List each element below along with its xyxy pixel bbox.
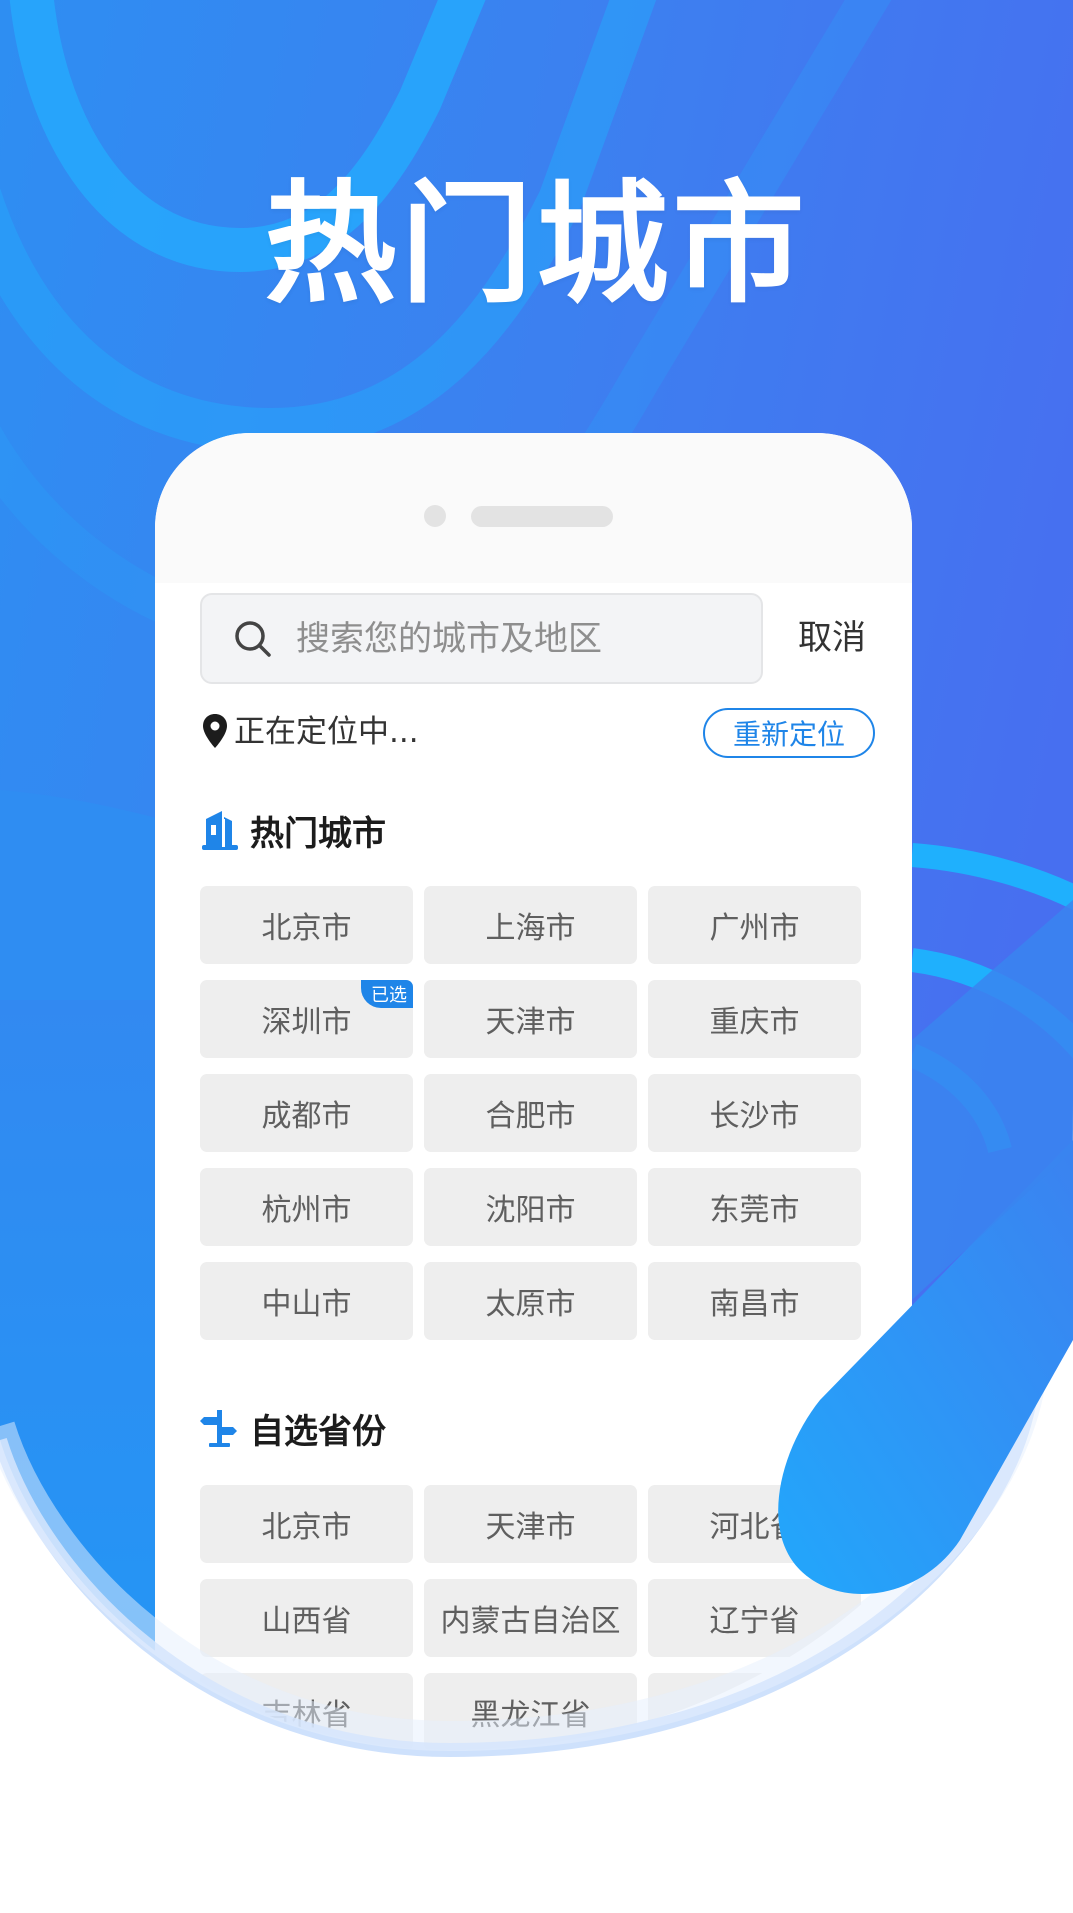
city-tile-label: 北京市 bbox=[261, 911, 352, 946]
city-tile-label: 合肥市 bbox=[485, 1099, 576, 1134]
hot-cities-title: 热门城市 bbox=[250, 813, 386, 854]
provinces-header: 自选省份 bbox=[200, 1403, 386, 1453]
province-tile-label: 吉林省 bbox=[261, 1698, 352, 1733]
speaker-bar bbox=[471, 506, 613, 527]
signpost-icon bbox=[200, 1410, 237, 1447]
city-tile[interactable]: 重庆市 bbox=[648, 980, 861, 1058]
city-tile[interactable]: 中山市 bbox=[200, 1262, 413, 1340]
location-status: 正在定位中... bbox=[234, 714, 419, 750]
hot-cities-grid: 北京市 上海市 广州市 深圳市 已选 天津市 重庆市 成都市 合肥市 长沙市 杭州市 沈阳市 东莞市 中山… bbox=[200, 886, 870, 1340]
province-tile-label: 河北省 bbox=[709, 1510, 800, 1545]
city-tile-label: 沈阳市 bbox=[485, 1193, 576, 1228]
page-headline: 热门城市 bbox=[264, 168, 809, 322]
city-tile[interactable]: 沈阳市 bbox=[424, 1168, 637, 1246]
city-tile-label: 成都市 bbox=[261, 1099, 352, 1134]
city-tile[interactable]: 南昌市 bbox=[648, 1262, 861, 1340]
city-tile[interactable]: 北京市 bbox=[200, 886, 413, 964]
city-tile-label: 深圳市 bbox=[261, 1005, 352, 1040]
provinces-title: 自选省份 bbox=[250, 1411, 386, 1452]
city-tile-label: 太原市 bbox=[485, 1287, 576, 1322]
province-tile-label: 北京市 bbox=[261, 1510, 352, 1545]
city-tile-label: 中山市 bbox=[261, 1287, 352, 1322]
city-tile-label: 天津市 bbox=[485, 1005, 576, 1040]
province-tile[interactable]: 辽宁省 bbox=[648, 1579, 861, 1657]
province-tile[interactable]: 北京市 bbox=[200, 1485, 413, 1563]
relocate-button[interactable]: 重新定位 bbox=[703, 708, 875, 758]
province-tile[interactable]: 山西省 bbox=[200, 1579, 413, 1657]
search-box[interactable] bbox=[200, 593, 763, 684]
city-tile[interactable]: 杭州市 bbox=[200, 1168, 413, 1246]
city-tile[interactable]: 合肥市 bbox=[424, 1074, 637, 1152]
province-tile-label: 山西省 bbox=[261, 1604, 352, 1639]
city-tile[interactable]: 长沙市 bbox=[648, 1074, 861, 1152]
city-tile[interactable]: 广州市 bbox=[648, 886, 861, 964]
provinces-grid: 北京市 天津市 河北省山西省 内蒙古自治区 辽宁省吉林省 黑龙江省 bbox=[200, 1485, 870, 1751]
location-row: 正在定位中... 重新定位 bbox=[200, 708, 875, 763]
camera-dot bbox=[424, 505, 446, 527]
province-tile[interactable]: 吉林省 bbox=[200, 1673, 413, 1751]
city-tile-label: 广州市 bbox=[709, 911, 800, 946]
city-tile-label: 上海市 bbox=[485, 911, 576, 946]
location-pin-icon bbox=[203, 714, 227, 748]
phone-mockup: 取消 正在定位中... 重新定位 热门城市 北京市上海市广州市深圳市已选天津市重… bbox=[155, 433, 912, 1853]
city-tile[interactable]: 上海市 bbox=[424, 886, 637, 964]
province-tile-label: 黑龙江省 bbox=[470, 1698, 591, 1733]
province-tile[interactable]: 河北省 bbox=[648, 1485, 861, 1563]
province-tile[interactable]: 内蒙古自治区 bbox=[424, 1579, 637, 1657]
province-tile-label: 天津市 bbox=[485, 1510, 576, 1545]
phone-top-bezel bbox=[155, 433, 912, 583]
province-tile[interactable] bbox=[648, 1673, 861, 1751]
province-tile[interactable]: 黑龙江省 bbox=[424, 1673, 637, 1751]
hot-cities-header: 热门城市 bbox=[200, 805, 386, 855]
city-tile[interactable]: 东莞市 bbox=[648, 1168, 861, 1246]
city-tile[interactable]: 太原市 bbox=[424, 1262, 637, 1340]
city-tile-label: 长沙市 bbox=[709, 1099, 800, 1134]
city-tile[interactable]: 深圳市 已选 bbox=[200, 980, 413, 1058]
city-tile-label: 重庆市 bbox=[709, 1005, 800, 1040]
city-tile-label: 东莞市 bbox=[709, 1193, 800, 1228]
search-icon bbox=[235, 620, 271, 657]
search-input[interactable] bbox=[296, 608, 736, 669]
city-tile-label: 杭州市 bbox=[261, 1193, 352, 1228]
province-tile-label: 内蒙古自治区 bbox=[440, 1604, 621, 1639]
selected-badge: 已选 bbox=[361, 980, 413, 1008]
province-tile-label: 辽宁省 bbox=[709, 1604, 800, 1639]
city-tile[interactable]: 成都市 bbox=[200, 1074, 413, 1152]
city-tile-label: 南昌市 bbox=[709, 1287, 800, 1322]
building-icon bbox=[202, 811, 238, 850]
city-tile[interactable]: 天津市 bbox=[424, 980, 637, 1058]
cancel-button[interactable]: 取消 bbox=[798, 613, 866, 663]
search-row: 取消 bbox=[200, 593, 870, 685]
province-tile[interactable]: 天津市 bbox=[424, 1485, 637, 1563]
